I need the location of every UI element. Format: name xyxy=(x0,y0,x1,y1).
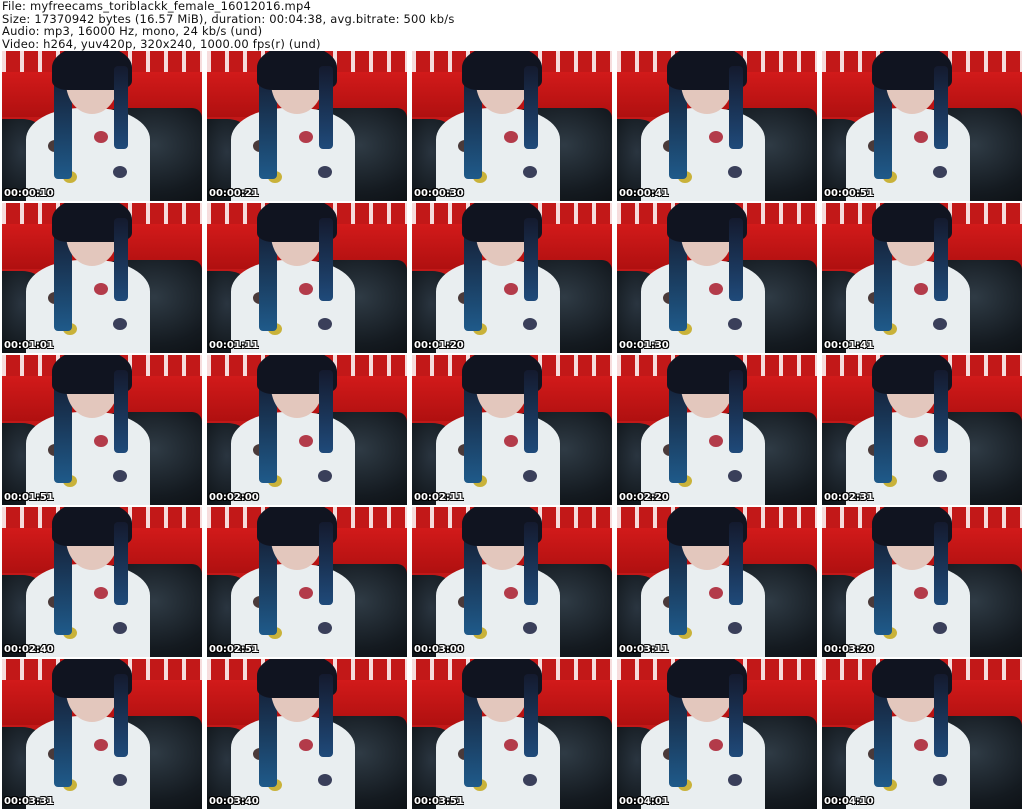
video-thumbnail: 00:00:51 xyxy=(822,51,1022,201)
video-thumbnail: 00:04:10 xyxy=(822,659,1022,809)
thumbnail-timestamp: 00:00:10 xyxy=(4,188,54,199)
video-thumbnail: 00:01:41 xyxy=(822,203,1022,353)
video-thumbnail: 00:00:30 xyxy=(412,51,612,201)
thumbnail-timestamp: 00:00:41 xyxy=(619,188,669,199)
thumbnail-timestamp: 00:00:51 xyxy=(824,188,874,199)
video-thumbnail: 00:03:51 xyxy=(412,659,612,809)
video-thumbnail: 00:02:20 xyxy=(617,355,817,505)
video-thumbnail: 00:01:20 xyxy=(412,203,612,353)
thumbnail-timestamp: 00:03:31 xyxy=(4,796,54,807)
thumbnail-timestamp: 00:01:01 xyxy=(4,340,54,351)
thumbnail-timestamp: 00:03:51 xyxy=(414,796,464,807)
thumbnail-timestamp: 00:01:41 xyxy=(824,340,874,351)
audio-info-line: Audio: mp3, 16000 Hz, mono, 24 kb/s (und… xyxy=(2,24,263,38)
video-thumbnail: 00:00:10 xyxy=(2,51,202,201)
video-thumbnail: 00:03:11 xyxy=(617,507,817,657)
thumbnail-timestamp: 00:04:10 xyxy=(824,796,874,807)
video-thumbnail: 00:00:41 xyxy=(617,51,817,201)
video-thumbnail: 00:02:00 xyxy=(207,355,407,505)
video-thumbnail: 00:01:51 xyxy=(2,355,202,505)
thumbnail-timestamp: 00:02:31 xyxy=(824,492,874,503)
thumbnail-timestamp: 00:02:40 xyxy=(4,644,54,655)
video-thumbnail: 00:02:11 xyxy=(412,355,612,505)
thumbnail-timestamp: 00:03:40 xyxy=(209,796,259,807)
thumbnail-timestamp: 00:02:11 xyxy=(414,492,464,503)
thumbnail-timestamp: 00:02:51 xyxy=(209,644,259,655)
thumbnail-timestamp: 00:04:01 xyxy=(619,796,669,807)
video-thumbnail: 00:04:01 xyxy=(617,659,817,809)
thumbnail-grid: 00:00:10 00:00:21 00:00:30 00:00:41 00:00:51… xyxy=(2,51,1022,811)
thumbnail-timestamp: 00:03:11 xyxy=(619,644,669,655)
video-thumbnail: 00:02:40 xyxy=(2,507,202,657)
thumbnail-timestamp: 00:00:21 xyxy=(209,188,259,199)
video-thumbnail: 00:02:31 xyxy=(822,355,1022,505)
video-thumbnail: 00:01:01 xyxy=(2,203,202,353)
video-info-line: Video: h264, yuv420p, 320x240, 1000.00 f… xyxy=(2,36,321,51)
thumbnail-timestamp: 00:01:51 xyxy=(4,492,54,503)
thumbnail-timestamp: 00:02:20 xyxy=(619,492,669,503)
file-name-line: File: myfreecams_toriblackk_female_16012… xyxy=(2,0,311,13)
thumbnail-timestamp: 00:00:30 xyxy=(414,188,464,199)
video-thumbnail: 00:03:40 xyxy=(207,659,407,809)
video-thumbnail: 00:01:30 xyxy=(617,203,817,353)
thumbnail-timestamp: 00:01:30 xyxy=(619,340,669,351)
video-thumbnail: 00:03:00 xyxy=(412,507,612,657)
video-thumbnail: 00:03:20 xyxy=(822,507,1022,657)
file-info-header: File: myfreecams_toriblackk_female_16012… xyxy=(2,0,1022,50)
video-thumbnail: 00:02:51 xyxy=(207,507,407,657)
video-thumbnail: 00:00:21 xyxy=(207,51,407,201)
thumbnail-timestamp: 00:01:11 xyxy=(209,340,259,351)
video-thumbnail: 00:03:31 xyxy=(2,659,202,809)
video-thumbnail: 00:01:11 xyxy=(207,203,407,353)
thumbnail-timestamp: 00:03:00 xyxy=(414,644,464,655)
thumbnail-timestamp: 00:02:00 xyxy=(209,492,259,503)
thumbnail-timestamp: 00:03:20 xyxy=(824,644,874,655)
thumbnail-timestamp: 00:01:20 xyxy=(414,340,464,351)
